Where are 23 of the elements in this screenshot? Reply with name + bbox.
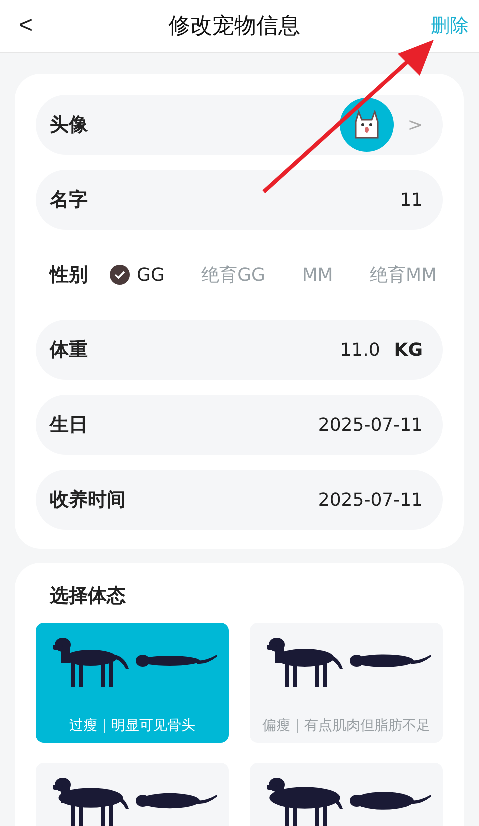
page-title: 修改宠物信息 — [168, 13, 300, 41]
field-label: 名字 — [50, 188, 89, 213]
field-label: 头像 — [50, 113, 89, 138]
unit-label: KG — [394, 340, 423, 360]
field-row[interactable]: 收养时间 2025-07-11 — [36, 470, 443, 530]
gender-option[interactable]: GG — [110, 263, 165, 287]
field-value: 11.0 — [340, 340, 380, 360]
dog-avatar-icon — [340, 98, 394, 152]
chevron-icon: > — [408, 114, 423, 136]
field-row[interactable]: 生日 2025-07-11 — [36, 395, 443, 455]
field-value: 2025-07-11 — [318, 490, 423, 510]
back-button[interactable]: < — [14, 12, 38, 40]
field-row[interactable]: 体重 11.0 KG — [36, 320, 443, 380]
field-value: 11 — [400, 190, 423, 210]
section-title: 选择体态 — [50, 584, 127, 609]
field-label: 体重 — [50, 338, 89, 363]
check-icon — [110, 265, 130, 285]
field-row[interactable]: 名字 11 — [36, 170, 443, 230]
field-value: 2025-07-11 — [318, 414, 423, 436]
field-label: 生日 — [50, 413, 89, 438]
avatar-row[interactable]: 头像 > — [36, 95, 443, 155]
field-label: 性别 — [50, 263, 88, 288]
field-label: 收养时间 — [50, 488, 127, 513]
